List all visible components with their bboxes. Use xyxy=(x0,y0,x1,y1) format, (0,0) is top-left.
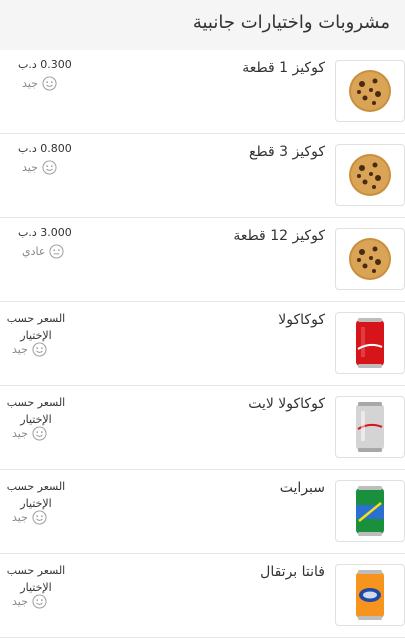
item-price: 3.000 د.ب xyxy=(18,226,72,239)
smile-icon xyxy=(32,510,47,525)
item-rating: جيد xyxy=(12,510,47,525)
rating-label: جيد xyxy=(22,161,38,174)
price-line-1: السعر حسب xyxy=(6,480,66,493)
item-rating: جيد xyxy=(12,594,47,609)
item-image[interactable] xyxy=(335,480,405,542)
item-rating: جيد xyxy=(12,342,47,357)
menu-item[interactable]: كوكيز 12 قطعة 3.000 د.ب عادي xyxy=(0,218,405,302)
item-rating: جيد xyxy=(22,76,57,91)
cookie-icon xyxy=(349,154,391,196)
menu-item[interactable]: كوكيز 1 قطعة 0.300 د.ب جيد xyxy=(0,50,405,134)
smile-icon xyxy=(32,426,47,441)
item-rating: جيد xyxy=(12,426,47,441)
cookie-icon xyxy=(349,70,391,112)
item-price: السعر حسب الإختيار xyxy=(4,478,68,512)
section-header: مشروبات واختيارات جانبية xyxy=(0,0,405,50)
item-name: سبرايت xyxy=(279,480,325,496)
rating-label: جيد xyxy=(12,427,28,440)
smile-icon xyxy=(42,160,57,175)
smile-icon xyxy=(32,342,47,357)
cookie-icon xyxy=(349,238,391,280)
coca-cola-light-can-icon xyxy=(356,402,384,452)
item-name: كوكاكولا xyxy=(278,312,325,328)
item-name: كوكاكولا لايت xyxy=(248,396,325,412)
item-price: السعر حسب الإختيار xyxy=(4,394,68,428)
smile-icon xyxy=(42,76,57,91)
item-price: السعر حسب الإختيار xyxy=(4,562,68,596)
menu-item[interactable]: سبرايت السعر حسب الإختيار جيد xyxy=(0,470,405,554)
item-price: السعر حسب الإختيار xyxy=(4,310,68,344)
item-image[interactable] xyxy=(335,564,405,626)
item-image[interactable] xyxy=(335,60,405,122)
item-name: كوكيز 3 قطع xyxy=(249,144,325,160)
smile-icon xyxy=(32,594,47,609)
item-rating: عادي xyxy=(22,244,64,259)
price-line-1: السعر حسب xyxy=(6,564,66,577)
item-image[interactable] xyxy=(335,312,405,374)
rating-label: جيد xyxy=(22,77,38,90)
coca-cola-can-icon xyxy=(356,318,384,368)
fanta-orange-can-icon xyxy=(356,570,384,620)
price-line-1: السعر حسب xyxy=(6,312,66,325)
rating-label: جيد xyxy=(12,511,28,524)
price-line-1: السعر حسب xyxy=(6,396,66,409)
sprite-can-icon xyxy=(356,486,384,536)
item-image[interactable] xyxy=(335,396,405,458)
item-image[interactable] xyxy=(335,228,405,290)
menu-item[interactable]: كوكيز 3 قطع 0.800 د.ب جيد xyxy=(0,134,405,218)
item-name: فانتا برتقال xyxy=(260,564,325,580)
item-image[interactable] xyxy=(335,144,405,206)
item-price: 0.300 د.ب xyxy=(18,58,72,71)
item-name: كوكيز 12 قطعة xyxy=(233,228,325,244)
item-rating: جيد xyxy=(22,160,57,175)
menu-item[interactable]: فانتا برتقال السعر حسب الإختيار جيد xyxy=(0,554,405,638)
menu-item[interactable]: كوكاكولا السعر حسب الإختيار جيد xyxy=(0,302,405,386)
section-title: مشروبات واختيارات جانبية xyxy=(192,12,390,33)
item-price: 0.800 د.ب xyxy=(18,142,72,155)
item-name: كوكيز 1 قطعة xyxy=(242,60,325,76)
rating-label: عادي xyxy=(22,245,46,258)
rating-label: جيد xyxy=(12,343,28,356)
rating-label: جيد xyxy=(12,595,28,608)
neutral-face-icon xyxy=(49,244,64,259)
menu-item[interactable]: كوكاكولا لايت السعر حسب الإختيار جيد xyxy=(0,386,405,470)
